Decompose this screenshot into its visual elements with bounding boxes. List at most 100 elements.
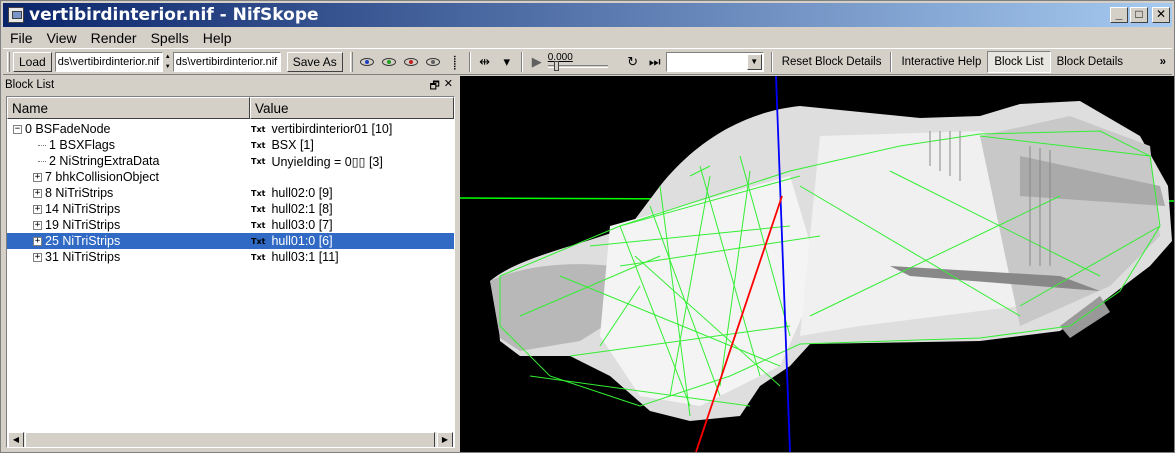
menu-bar: File View Render Spells Help bbox=[3, 28, 239, 48]
row-name: 31 NiTriStrips bbox=[45, 250, 121, 264]
flip-icon[interactable]: ⇹ bbox=[474, 52, 496, 72]
app-icon[interactable] bbox=[8, 7, 24, 23]
row-name: 1 BSXFlags bbox=[49, 138, 116, 152]
save-path-input[interactable]: ds\vertibirdinterior.nif bbox=[172, 51, 281, 72]
save-as-button[interactable]: Save As bbox=[286, 51, 343, 72]
float-panel-icon[interactable]: 🗗 bbox=[429, 77, 439, 96]
text-type-icon: Txt bbox=[251, 236, 266, 246]
switch-sequence-icon[interactable]: ⏭ bbox=[644, 52, 666, 72]
toolbar-grip[interactable] bbox=[7, 51, 10, 72]
text-type-icon: Txt bbox=[251, 188, 266, 198]
view-top-icon[interactable] bbox=[356, 52, 378, 72]
tree-rows: −0 BSFadeNode Txt vertibirdinterior01 [10… bbox=[7, 121, 454, 265]
row-value: hull01:0 [6] bbox=[271, 234, 333, 248]
text-type-icon: Txt bbox=[251, 220, 266, 230]
expand-icon[interactable]: + bbox=[33, 188, 42, 198]
tree-header: Name Value bbox=[7, 97, 454, 119]
expand-icon[interactable]: + bbox=[33, 252, 42, 262]
row-name: 0 BSFadeNode bbox=[25, 122, 111, 136]
toolbar-separator bbox=[770, 51, 773, 72]
toolbar-separator bbox=[890, 51, 893, 72]
reset-block-details-button[interactable]: Reset Block Details bbox=[776, 51, 888, 73]
close-button[interactable]: ✕ bbox=[1152, 7, 1170, 23]
render-viewport[interactable] bbox=[460, 76, 1174, 452]
title-bar[interactable]: vertibirdinterior.nif - NifSkope _ □ ✕ bbox=[3, 3, 1172, 27]
toolbar-separator bbox=[520, 51, 523, 72]
time-slider[interactable]: 0.000 bbox=[547, 51, 608, 72]
horizontal-scrollbar[interactable]: ◀ ▶ bbox=[8, 432, 453, 447]
minimize-button[interactable]: _ bbox=[1110, 7, 1128, 23]
app-window: vertibirdinterior.nif - NifSkope _ □ ✕ F… bbox=[0, 0, 1175, 453]
row-value: hull02:0 [9] bbox=[271, 186, 333, 200]
chevron-down-icon[interactable]: ▼ bbox=[746, 53, 762, 70]
time-slider-thumb[interactable] bbox=[553, 60, 559, 71]
tree-row[interactable]: +14 NiTriStrips Txt hull02:1 [8] bbox=[7, 201, 454, 217]
text-type-icon: Txt bbox=[251, 252, 266, 262]
tree-row[interactable]: +8 NiTriStrips Txt hull02:0 [9] bbox=[7, 185, 454, 201]
animation-select[interactable]: ▼ bbox=[665, 51, 764, 72]
scrollbar-thumb[interactable] bbox=[25, 432, 435, 447]
row-name: 19 NiTriStrips bbox=[45, 218, 121, 232]
tree-row-selected[interactable]: +25 NiTriStrips Txt hull01:0 [6] bbox=[7, 233, 454, 249]
tree-row[interactable]: 2 NiStringExtraData Txt UnyieIding = 0▯▯ … bbox=[7, 153, 454, 169]
view-front-icon[interactable] bbox=[378, 52, 400, 72]
menu-file[interactable]: File bbox=[3, 30, 40, 46]
collapse-icon[interactable]: − bbox=[13, 124, 22, 134]
row-name: 25 NiTriStrips bbox=[45, 234, 121, 248]
row-value: hull03:0 [7] bbox=[271, 218, 333, 232]
menu-view[interactable]: View bbox=[40, 30, 84, 46]
column-header-value[interactable]: Value bbox=[250, 97, 454, 119]
tree-row[interactable]: +31 NiTriStrips Txt hull03:1 [11] bbox=[7, 249, 454, 265]
close-panel-icon[interactable]: ✕ bbox=[444, 77, 453, 96]
block-list-title-bar[interactable]: Block List 🗗 ✕ bbox=[5, 76, 455, 94]
text-type-icon: Txt bbox=[251, 140, 266, 150]
row-name: 2 NiStringExtraData bbox=[49, 154, 160, 168]
view-user-icon[interactable] bbox=[422, 52, 444, 72]
text-type-icon: Txt bbox=[251, 204, 266, 214]
row-name: 7 bhkCollisionObject bbox=[45, 170, 159, 184]
interactive-help-button[interactable]: Interactive Help bbox=[895, 51, 987, 73]
time-value: 0.000 bbox=[547, 51, 573, 63]
toolbar-separator bbox=[468, 51, 471, 72]
window-title: vertibirdinterior.nif - NifSkope bbox=[29, 5, 319, 25]
block-details-toggle[interactable]: Block Details bbox=[1051, 51, 1129, 73]
play-icon[interactable]: ▶ bbox=[526, 52, 548, 72]
expand-icon[interactable]: + bbox=[33, 172, 42, 182]
tree-row[interactable]: −0 BSFadeNode Txt vertibirdinterior01 [10… bbox=[7, 121, 454, 137]
view-side-icon[interactable] bbox=[400, 52, 422, 72]
path-spinner[interactable]: ▲ ▼ bbox=[165, 52, 171, 72]
block-list-toggle[interactable]: Block List bbox=[987, 50, 1051, 73]
text-type-icon: Txt bbox=[251, 124, 266, 134]
menu-spells[interactable]: Spells bbox=[144, 30, 196, 46]
text-type-icon: Txt bbox=[251, 156, 266, 166]
walk-mode-icon[interactable]: ⸽ bbox=[444, 52, 466, 72]
row-name: 8 NiTriStrips bbox=[45, 186, 114, 200]
load-button[interactable]: Load bbox=[13, 51, 52, 72]
row-name: 14 NiTriStrips bbox=[45, 202, 121, 216]
row-value: vertibirdinterior01 [10] bbox=[271, 122, 393, 136]
chevron-down-icon[interactable]: ▾ bbox=[496, 52, 518, 72]
expand-icon[interactable]: + bbox=[33, 236, 42, 246]
column-header-name[interactable]: Name bbox=[7, 97, 250, 119]
toolbar-overflow-button[interactable]: » bbox=[1154, 51, 1172, 73]
row-value: hull02:1 [8] bbox=[271, 202, 333, 216]
loop-icon[interactable]: ↻ bbox=[622, 52, 644, 72]
tree-row[interactable]: 1 BSXFlags Txt BSX [1] bbox=[7, 137, 454, 153]
scroll-right-icon[interactable]: ▶ bbox=[437, 432, 453, 447]
row-value: hull03:1 [11] bbox=[271, 250, 339, 264]
block-list-title: Block List bbox=[5, 79, 55, 91]
menu-render[interactable]: Render bbox=[84, 30, 144, 46]
main-toolbar: Load ds\vertibirdinterior.nif ▲ ▼ ds\vert… bbox=[3, 48, 1172, 75]
tree-row[interactable]: +7 bhkCollisionObject bbox=[7, 169, 454, 185]
expand-icon[interactable]: + bbox=[33, 204, 42, 214]
row-value: UnyieIding = 0▯▯ [3] bbox=[271, 154, 383, 169]
load-path-input[interactable]: ds\vertibirdinterior.nif bbox=[54, 51, 163, 72]
tree-row[interactable]: +19 NiTriStrips Txt hull03:0 [7] bbox=[7, 217, 454, 233]
menu-help[interactable]: Help bbox=[196, 30, 239, 46]
maximize-button[interactable]: □ bbox=[1130, 7, 1148, 23]
mesh-render bbox=[460, 76, 1174, 452]
expand-icon[interactable]: + bbox=[33, 220, 42, 230]
block-list-tree[interactable]: Name Value −0 BSFadeNode Txt vertibirdint… bbox=[6, 96, 455, 448]
toolbar-grip[interactable] bbox=[349, 51, 353, 72]
scroll-left-icon[interactable]: ◀ bbox=[8, 432, 24, 447]
